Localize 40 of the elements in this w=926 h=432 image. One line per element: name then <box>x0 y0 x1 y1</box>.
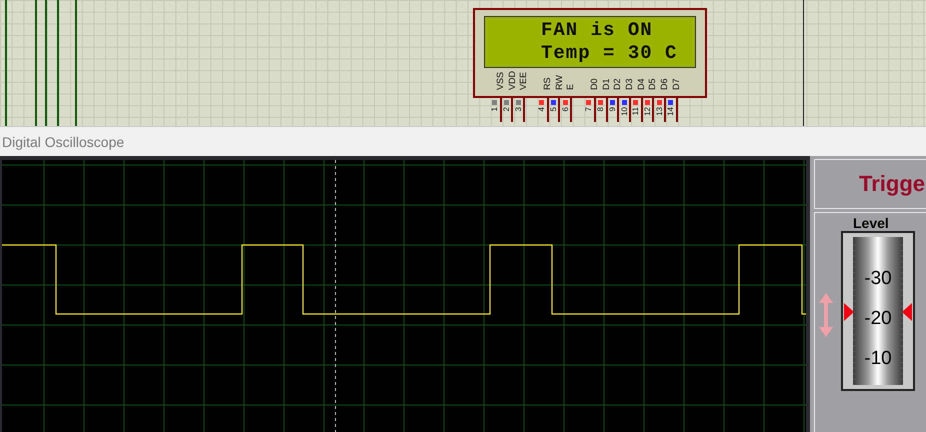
pin-label: D4 <box>636 78 646 90</box>
pin-label: D0 <box>588 78 599 90</box>
pin-number: 4 <box>537 107 546 112</box>
pointer-icon <box>844 303 854 321</box>
pin-number: 7 <box>584 107 594 112</box>
pin-number: 13 <box>654 107 664 116</box>
pin-label: RS <box>542 76 552 90</box>
pin-number: 9 <box>608 107 617 112</box>
pin-label: D7 <box>670 78 681 90</box>
pin-number: 12 <box>642 107 652 116</box>
pin-label: D5 <box>647 78 658 90</box>
level-label: Level <box>853 215 889 231</box>
pin-number: 10 <box>620 107 629 116</box>
up-down-arrow-icon <box>819 293 833 337</box>
level-dial[interactable]: -30 -20 -10 <box>841 231 915 391</box>
dial-label: -10 <box>864 348 892 370</box>
pin-label: VDD <box>506 71 517 90</box>
window-title: Digital Oscilloscope <box>1 134 124 150</box>
pointer-icon <box>902 303 912 321</box>
pin-label: D2 <box>612 78 622 90</box>
pin-number: 1 <box>490 107 500 112</box>
pin-number: 2 <box>502 107 512 112</box>
pin-label: D1 <box>600 78 611 90</box>
pin-number: 6 <box>560 107 570 112</box>
pin-number: 5 <box>549 107 558 112</box>
dial-label: -30 <box>864 268 892 290</box>
pin-label: VEE <box>518 71 528 90</box>
pin-number: 11 <box>631 107 640 116</box>
pin-label: D6 <box>659 78 670 90</box>
lcd-text: FAN is ON <box>541 20 654 41</box>
pin-label: VSS <box>494 71 505 90</box>
panel-title: Trigge <box>859 171 926 197</box>
pin-label: E <box>565 83 576 90</box>
pin-number: 14 <box>666 107 676 116</box>
pin-number: 8 <box>596 107 606 112</box>
lcd-text: Temp = 30 C <box>541 43 678 64</box>
pin-label: RW <box>554 74 564 90</box>
pin-label: D3 <box>624 78 634 90</box>
dial-label: -20 <box>864 308 892 330</box>
pin-number: 3 <box>514 107 523 112</box>
